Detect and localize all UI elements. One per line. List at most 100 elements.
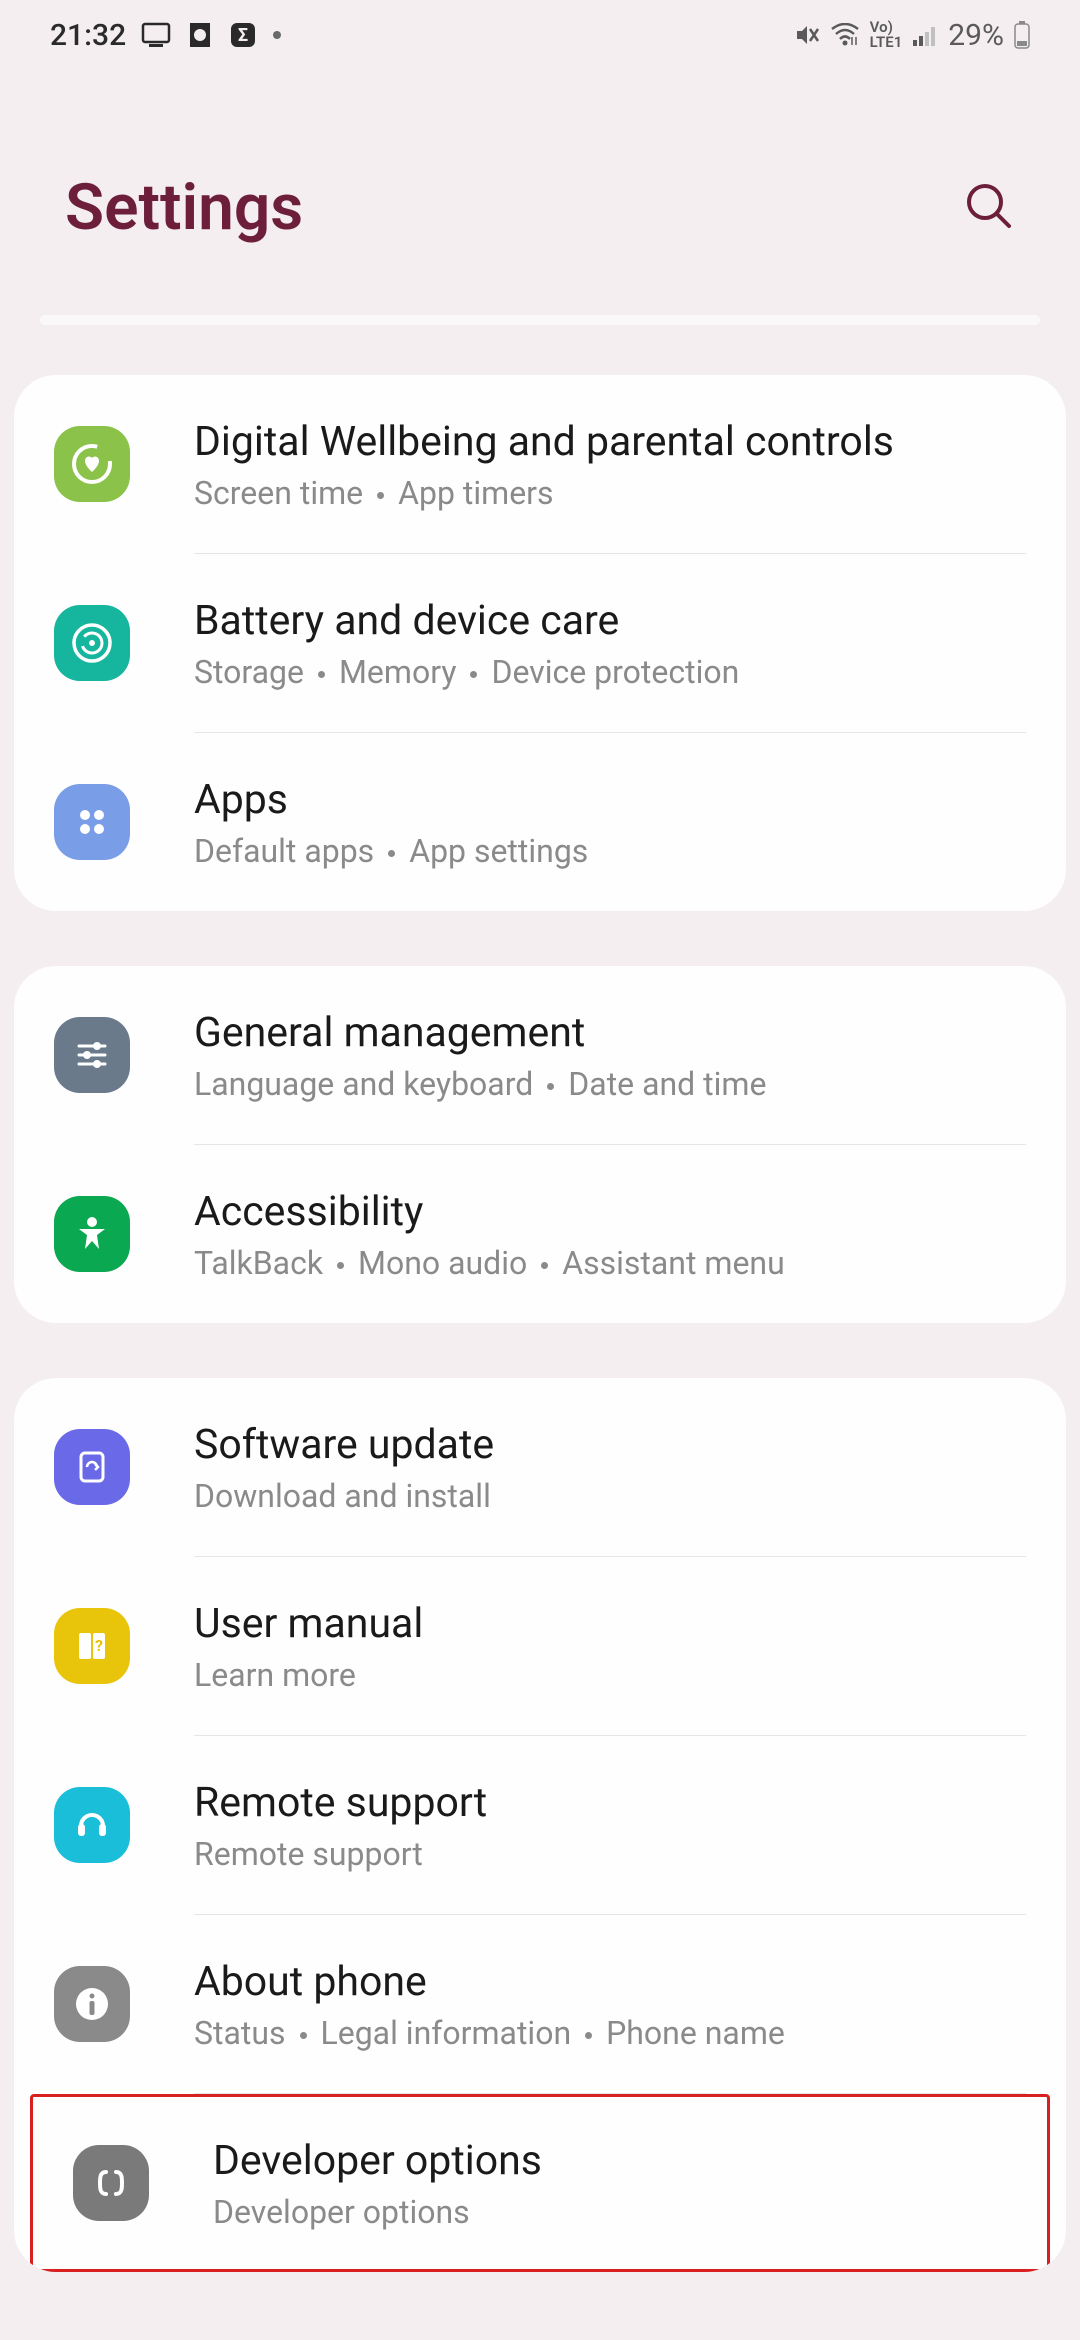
settings-group: General management Language and keyboard D…	[14, 966, 1066, 1323]
row-subtitle: Status Legal information Phone name	[194, 2014, 1026, 2052]
row-subtitle: TalkBack Mono audio Assistant menu	[194, 1244, 1026, 1282]
row-title: Apps	[194, 774, 1026, 827]
battery-icon	[1014, 21, 1030, 49]
settings-row-remote-support[interactable]: Remote support Remote support	[14, 1736, 1066, 1914]
separator-dot	[300, 2032, 307, 2039]
row-title: General management	[194, 1007, 1026, 1060]
subtitle-part: Memory	[339, 653, 456, 691]
row-text: Software update Download and install	[194, 1419, 1026, 1514]
dot-icon	[272, 30, 282, 40]
app-icon-1	[186, 21, 214, 49]
row-title: Software update	[194, 1419, 1026, 1472]
settings-row-battery-device-care[interactable]: Battery and device care Storage Memory Devi…	[14, 554, 1066, 732]
row-title: Battery and device care	[194, 595, 1026, 648]
separator-dot	[377, 492, 384, 499]
mute-vibrate-icon	[794, 22, 820, 48]
app-icon-2: Σ	[229, 21, 257, 49]
user-manual-icon: ?	[54, 1608, 130, 1684]
search-button[interactable]	[963, 180, 1015, 236]
status-left: 21:32 Σ	[50, 18, 282, 53]
row-subtitle: Learn more	[194, 1656, 1026, 1694]
remote-support-icon	[54, 1787, 130, 1863]
settings-group: Software update Download and install? User…	[14, 1378, 1066, 2272]
subtitle-part: Device protection	[491, 653, 739, 691]
settings-row-about-phone[interactable]: About phone Status Legal information Phone …	[14, 1915, 1066, 2093]
settings-row-digital-wellbeing[interactable]: Digital Wellbeing and parental controls S…	[14, 375, 1066, 553]
row-title: User manual	[194, 1598, 1026, 1651]
settings-row-accessibility[interactable]: Accessibility TalkBack Mono audio Assistant…	[14, 1145, 1066, 1323]
settings-row-developer-options[interactable]: Developer options Developer options	[30, 2094, 1050, 2272]
row-subtitle: Developer options	[213, 2193, 1007, 2231]
row-text: User manual Learn more	[194, 1598, 1026, 1693]
row-text: Digital Wellbeing and parental controls S…	[194, 416, 1026, 511]
row-title: About phone	[194, 1956, 1026, 2009]
subtitle-part: Legal information	[321, 2014, 572, 2052]
volte-icon: Vo)LTE1	[870, 20, 903, 50]
subtitle-part: Remote support	[194, 1835, 423, 1873]
settings-group: Digital Wellbeing and parental controls S…	[14, 375, 1066, 911]
subtitle-part: Mono audio	[358, 1244, 527, 1282]
subtitle-part: App timers	[398, 474, 553, 512]
separator-dot	[547, 1083, 554, 1090]
row-text: Developer options Developer options	[213, 2135, 1007, 2230]
row-subtitle: Default apps App settings	[194, 832, 1026, 870]
header: Settings	[0, 70, 1080, 315]
row-subtitle: Download and install	[194, 1477, 1026, 1515]
separator-dot	[388, 850, 395, 857]
separator-dot	[541, 1262, 548, 1269]
pull-handle[interactable]	[40, 315, 1040, 325]
subtitle-part: Phone name	[606, 2014, 785, 2052]
svg-text:Σ: Σ	[238, 25, 248, 46]
subtitle-part: Screen time	[194, 474, 363, 512]
row-title: Digital Wellbeing and parental controls	[194, 416, 1026, 469]
wifi-icon	[830, 23, 860, 47]
subtitle-part: Assistant menu	[562, 1244, 785, 1282]
row-title: Remote support	[194, 1777, 1026, 1830]
settings-row-software-update[interactable]: Software update Download and install	[14, 1378, 1066, 1556]
signal-icon	[912, 24, 938, 46]
row-text: About phone Status Legal information Phone …	[194, 1956, 1026, 2051]
subtitle-part: Storage	[194, 653, 304, 691]
subtitle-part: TalkBack	[194, 1244, 323, 1282]
subtitle-part: Language and keyboard	[194, 1065, 533, 1103]
separator-dot	[337, 1262, 344, 1269]
row-title: Developer options	[213, 2135, 1007, 2188]
subtitle-part: Date and time	[568, 1065, 766, 1103]
page-title: Settings	[65, 170, 303, 245]
settings-row-user-manual[interactable]: ? User manual Learn more	[14, 1557, 1066, 1735]
settings-row-general-management[interactable]: General management Language and keyboard D…	[14, 966, 1066, 1144]
apps-icon	[54, 784, 130, 860]
row-text: General management Language and keyboard D…	[194, 1007, 1026, 1102]
subtitle-part: Developer options	[213, 2193, 470, 2231]
subtitle-part: Learn more	[194, 1656, 356, 1694]
row-subtitle: Storage Memory Device protection	[194, 653, 1026, 691]
settings-list: Digital Wellbeing and parental controls S…	[0, 375, 1080, 2272]
subtitle-part: App settings	[409, 832, 588, 870]
battery-percent: 29%	[948, 18, 1004, 53]
subtitle-part: Status	[194, 2014, 286, 2052]
row-text: Apps Default apps App settings	[194, 774, 1026, 869]
row-title: Accessibility	[194, 1186, 1026, 1239]
row-text: Accessibility TalkBack Mono audio Assistant…	[194, 1186, 1026, 1281]
svg-text:?: ?	[95, 1636, 103, 1655]
settings-row-apps[interactable]: Apps Default apps App settings	[14, 733, 1066, 911]
battery-device-care-icon	[54, 605, 130, 681]
about-phone-icon	[54, 1966, 130, 2042]
status-time: 21:32	[50, 18, 126, 53]
subtitle-part: Download and install	[194, 1477, 491, 1515]
row-subtitle: Screen time App timers	[194, 474, 1026, 512]
general-management-icon	[54, 1017, 130, 1093]
row-subtitle: Language and keyboard Date and time	[194, 1065, 1026, 1103]
separator-dot	[318, 671, 325, 678]
status-right: Vo)LTE1 29%	[794, 18, 1030, 53]
status-bar: 21:32 Σ Vo)LTE1 29%	[0, 0, 1080, 70]
row-subtitle: Remote support	[194, 1835, 1026, 1873]
row-text: Battery and device care Storage Memory Devi…	[194, 595, 1026, 690]
cast-icon	[141, 22, 171, 48]
search-icon	[963, 180, 1015, 232]
row-text: Remote support Remote support	[194, 1777, 1026, 1872]
separator-dot	[585, 2032, 592, 2039]
digital-wellbeing-icon	[54, 426, 130, 502]
accessibility-icon	[54, 1196, 130, 1272]
subtitle-part: Default apps	[194, 832, 374, 870]
